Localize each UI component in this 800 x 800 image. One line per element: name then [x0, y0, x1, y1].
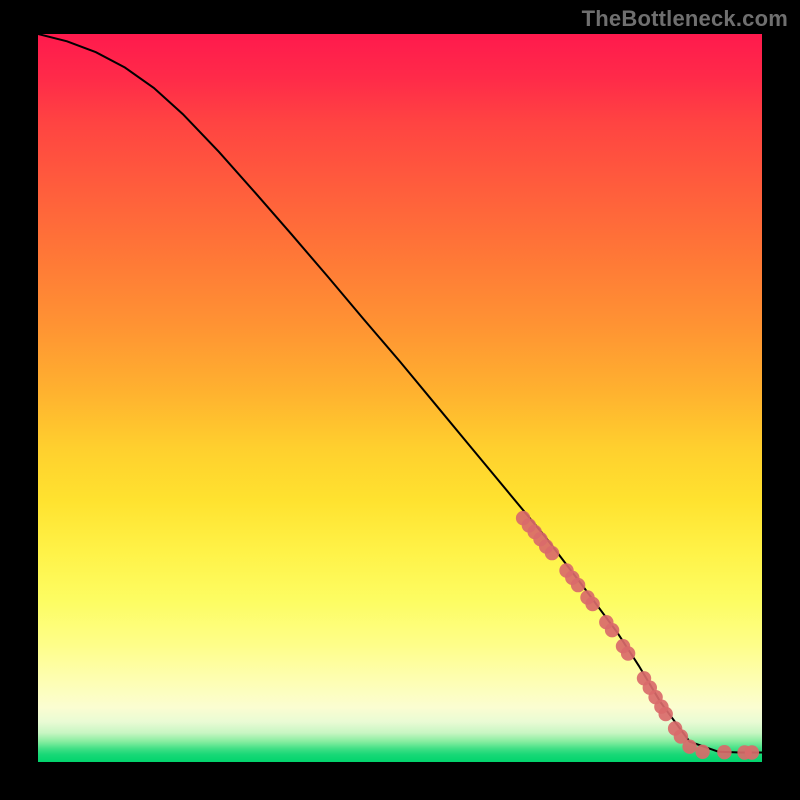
chart-frame: TheBottleneck.com — [0, 0, 800, 800]
marker-point — [682, 740, 696, 754]
chart-svg — [38, 34, 762, 762]
marker-point — [695, 745, 709, 759]
marker-point — [659, 707, 673, 721]
plot-area — [38, 34, 762, 762]
marker-group — [516, 511, 759, 760]
marker-point — [545, 546, 559, 560]
marker-point — [605, 623, 619, 637]
main-curve — [38, 34, 762, 753]
marker-point — [745, 745, 759, 759]
marker-point — [717, 745, 731, 759]
watermark-text: TheBottleneck.com — [582, 6, 788, 32]
marker-point — [571, 578, 585, 592]
marker-point — [585, 597, 599, 611]
marker-point — [621, 646, 635, 660]
